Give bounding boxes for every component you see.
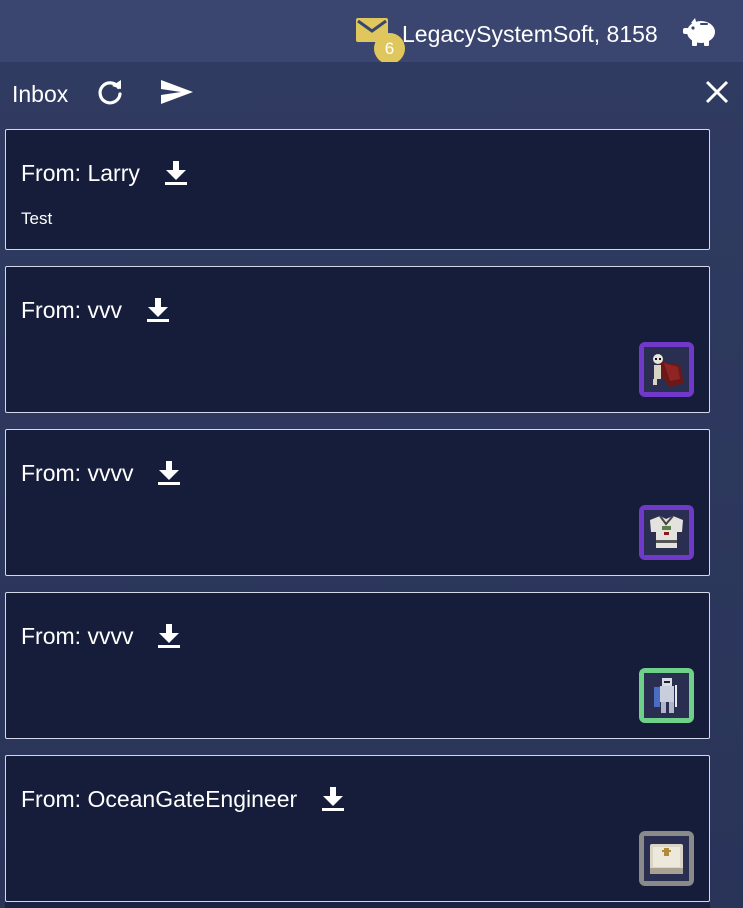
- cloaked-skeleton-item-icon: [644, 347, 689, 392]
- message-sender: From: vvvv: [21, 458, 181, 488]
- user-balance-label: LegacySystemSoft, 8158: [402, 18, 658, 50]
- balance-value: 8158: [606, 21, 658, 47]
- chest-armor-item-icon: [644, 510, 689, 555]
- attachment-slot[interactable]: [639, 342, 694, 397]
- message-body: Test: [21, 209, 53, 228]
- book-item-icon: [644, 836, 689, 881]
- close-icon[interactable]: [703, 78, 731, 106]
- from-prefix: From:: [21, 623, 88, 649]
- message-sender: From: Larry: [21, 158, 188, 188]
- next-message-edge: [5, 902, 710, 908]
- sender-name: OceanGateEngineer: [87, 786, 298, 812]
- username: LegacySystemSoft,: [402, 21, 601, 47]
- sender-name: Larry: [87, 160, 140, 186]
- sender-name: vvv: [87, 297, 122, 323]
- attachment-slot[interactable]: [639, 505, 694, 560]
- from-prefix: From:: [21, 460, 88, 486]
- sender-name: vvvv: [87, 623, 134, 649]
- from-prefix: From:: [21, 160, 88, 186]
- download-icon[interactable]: [321, 786, 345, 812]
- knight-figure-item-icon: [644, 673, 689, 718]
- download-icon[interactable]: [164, 160, 188, 186]
- message-list: From: Larry Test From: vvv From: vvvv Fr…: [5, 129, 710, 908]
- message-card[interactable]: From: Larry Test: [5, 129, 710, 250]
- inbox-header: Inbox: [0, 62, 743, 126]
- message-card[interactable]: From: vvvv: [5, 592, 710, 739]
- download-icon[interactable]: [157, 623, 181, 649]
- download-icon[interactable]: [157, 460, 181, 486]
- message-sender: From: OceanGateEngineer: [21, 784, 345, 814]
- message-sender: From: vvvv: [21, 621, 181, 651]
- piggy-bank-icon: [683, 18, 715, 46]
- unread-count-badge: 6: [374, 33, 405, 64]
- message-card[interactable]: From: vvv: [5, 266, 710, 413]
- message-sender: From: vvv: [21, 295, 170, 325]
- message-card[interactable]: From: vvvv: [5, 429, 710, 576]
- message-card[interactable]: From: OceanGateEngineer: [5, 755, 710, 902]
- attachment-slot[interactable]: [639, 831, 694, 886]
- from-prefix: From:: [21, 297, 88, 323]
- attachment-slot[interactable]: [639, 668, 694, 723]
- mail-app: 6 LegacySystemSoft, 8158 Inbox From: Lar…: [0, 0, 743, 908]
- top-bar: 6 LegacySystemSoft, 8158: [0, 0, 743, 64]
- inbox-title: Inbox: [12, 81, 69, 107]
- from-prefix: From:: [21, 786, 88, 812]
- refresh-icon[interactable]: [95, 77, 125, 107]
- download-icon[interactable]: [146, 297, 170, 323]
- inbox-panel: Inbox From: Larry Test From: vvv From: v…: [0, 62, 743, 908]
- send-icon[interactable]: [159, 77, 195, 107]
- sender-name: vvvv: [87, 460, 134, 486]
